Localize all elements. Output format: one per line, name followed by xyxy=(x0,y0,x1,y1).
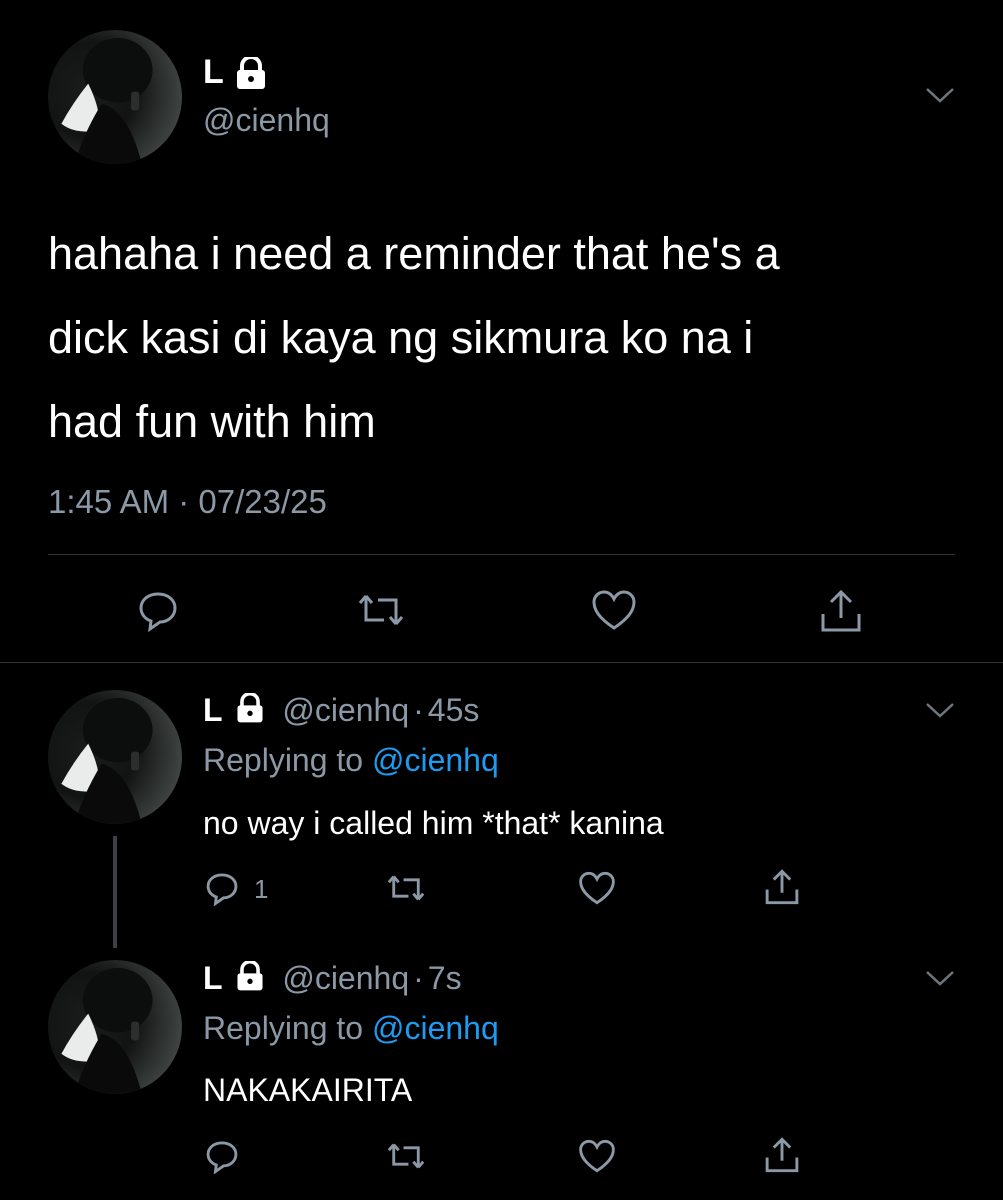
like-icon[interactable] xyxy=(578,870,616,906)
tweet-text: hahaha i need a reminder that he's a dic… xyxy=(48,212,780,464)
tweet-text-line: had fun with him xyxy=(48,396,376,447)
chevron-down-icon[interactable] xyxy=(924,700,956,720)
replying-to-handle[interactable]: @cienhq xyxy=(372,1010,499,1046)
tweet-text-line: dick kasi di kaya ng sikmura ko na i xyxy=(48,312,754,363)
like-icon[interactable] xyxy=(591,588,637,632)
share-icon[interactable] xyxy=(762,1136,802,1174)
separator: · xyxy=(413,960,424,996)
reply-icon[interactable] xyxy=(204,1138,240,1174)
author-handle[interactable]: @cienhq xyxy=(282,692,409,728)
reply-count: 1 xyxy=(254,874,269,904)
separator: · xyxy=(413,692,424,728)
reply-icon[interactable] xyxy=(204,870,240,906)
author-name: L xyxy=(203,53,224,91)
reply-header: L @cienhq · 7s xyxy=(203,958,462,998)
reply-text: NAKAKAIRITA xyxy=(203,1072,413,1108)
tweet-text-line: hahaha i need a reminder that he's a xyxy=(48,228,780,279)
author-name: L xyxy=(203,692,223,728)
tweet-timestamp[interactable]: 1:45 AM · 07/23/25 xyxy=(48,482,327,522)
retweet-icon[interactable] xyxy=(385,870,427,906)
replying-to-handle[interactable]: @cienhq xyxy=(372,742,499,778)
like-icon[interactable] xyxy=(578,1138,616,1174)
avatar[interactable] xyxy=(48,960,182,1094)
reply-text: no way i called him *that* kanina xyxy=(203,805,664,841)
author-handle[interactable]: @cienhq xyxy=(282,960,409,996)
chevron-down-icon[interactable] xyxy=(924,968,956,988)
divider xyxy=(0,662,1003,663)
share-icon[interactable] xyxy=(762,868,802,906)
author-handle[interactable]: @cienhq xyxy=(203,100,330,140)
replying-to-label: Replying to xyxy=(203,742,364,778)
replying-to: Replying to @cienhq xyxy=(203,740,499,780)
share-icon[interactable] xyxy=(817,588,865,634)
tweet-age[interactable]: 45s xyxy=(428,692,480,728)
retweet-icon[interactable] xyxy=(356,588,406,632)
avatar[interactable] xyxy=(48,30,182,164)
lock-icon xyxy=(232,57,270,89)
chevron-down-icon[interactable] xyxy=(924,85,956,105)
author-name: L xyxy=(203,960,223,996)
retweet-icon[interactable] xyxy=(385,1138,427,1174)
divider xyxy=(48,554,955,555)
lock-icon xyxy=(233,693,267,723)
replying-to-label: Replying to xyxy=(203,1010,364,1046)
replying-to: Replying to @cienhq xyxy=(203,1008,499,1048)
avatar[interactable] xyxy=(48,690,182,824)
lock-icon xyxy=(233,961,267,991)
reply-icon[interactable] xyxy=(136,588,180,632)
thread-line xyxy=(113,836,117,948)
reply-header: L @cienhq · 45s xyxy=(203,690,479,730)
tweet-age[interactable]: 7s xyxy=(428,960,462,996)
